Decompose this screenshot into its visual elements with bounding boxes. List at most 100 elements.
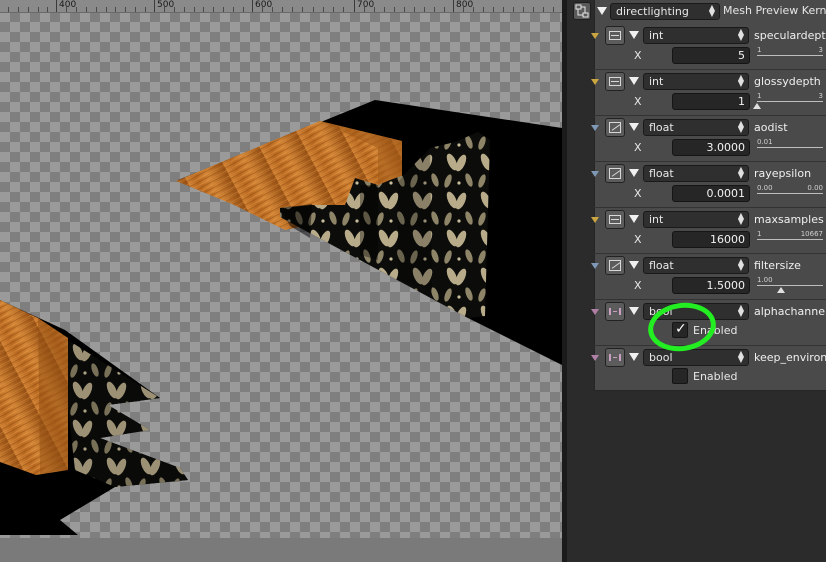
collapse-triangle-icon[interactable] — [629, 123, 639, 131]
type-select[interactable]: float ▲ ▼ — [643, 119, 749, 136]
slider-track — [757, 55, 823, 56]
type-select-value: int — [649, 29, 664, 42]
param-row-filtersize: float ▲ ▼ filtersize X 1.5000 1.00 — [567, 254, 826, 300]
slider-thumb-icon[interactable] — [777, 287, 785, 293]
param-name: glossydepth — [754, 75, 821, 88]
ruler-tick — [56, 0, 57, 12]
value-input[interactable]: 5 — [672, 47, 750, 64]
collapse-triangle-icon[interactable] — [629, 31, 639, 39]
enabled-checkbox[interactable] — [672, 368, 688, 384]
value-input[interactable]: 0.0001 — [672, 185, 750, 202]
socket-marker-icon — [591, 355, 599, 361]
panel-title: Mesh Preview Kernel — [723, 4, 826, 17]
range-slider[interactable]: 0.01 — [755, 138, 825, 158]
type-select[interactable]: int ▲ ▼ — [643, 211, 749, 228]
up-down-arrow-icon: ▲ ▼ — [708, 3, 715, 18]
socket-marker-icon — [591, 217, 599, 223]
kernel-select[interactable]: directlighting ▲ ▼ — [610, 3, 720, 20]
value-input[interactable]: 1 — [672, 93, 750, 110]
up-down-arrow-icon: ▲ ▼ — [737, 165, 744, 180]
param-name: maxsamples — [754, 213, 824, 226]
type-select[interactable]: int ▲ ▼ — [643, 73, 749, 90]
up-down-arrow-icon: ▲ ▼ — [737, 303, 744, 318]
bool-icon[interactable] — [605, 302, 625, 321]
param-name: alphachannel — [754, 305, 826, 318]
horizontal-ruler: 400 500 600 700 800 — [0, 0, 562, 13]
collapse-triangle-icon[interactable] — [629, 169, 639, 177]
render-viewport[interactable]: 400 500 600 700 800 — [0, 0, 562, 562]
socket-marker-icon — [591, 309, 599, 315]
slider-track — [757, 101, 823, 102]
slider-track — [757, 285, 823, 286]
ruler-tick — [252, 0, 253, 12]
param-row-keep-environment: bool ▲▼ keep_environm Enabled — [567, 346, 826, 392]
param-row-rayepsilon: float ▲ ▼ rayepsilon X 0.0001 0.00 0.00 — [567, 162, 826, 208]
range-slider[interactable]: 1 10667 — [755, 230, 825, 250]
axis-label: X — [634, 49, 642, 62]
ruler-label: 500 — [157, 0, 175, 10]
integer-icon[interactable] — [605, 26, 625, 45]
float-icon[interactable] — [605, 256, 625, 275]
kernel-node-header: directlighting ▲ ▼ Mesh Preview Kernel — [567, 0, 826, 22]
value-input[interactable]: 1.5000 — [672, 277, 750, 294]
slider-thumb-icon[interactable] — [753, 103, 761, 109]
integer-icon[interactable] — [605, 210, 625, 229]
range-slider[interactable]: 13 — [753, 92, 825, 112]
bool-icon[interactable] — [605, 348, 625, 367]
axis-label: X — [634, 141, 642, 154]
ruler-label: 600 — [255, 0, 273, 10]
type-select[interactable]: float ▲ ▼ — [643, 257, 749, 274]
collapse-triangle-icon[interactable] — [629, 307, 639, 315]
float-icon[interactable] — [605, 118, 625, 137]
range-max: 0.00 — [807, 184, 823, 192]
socket-marker-icon — [591, 171, 599, 177]
range-slider[interactable]: 13 — [755, 46, 825, 66]
range-max: 3 — [818, 46, 823, 54]
range-min: 0.00 — [757, 184, 773, 192]
up-down-arrow-icon: ▲ ▼ — [737, 211, 744, 226]
socket-marker-icon — [591, 125, 599, 131]
up-down-arrow-icon: ▲ ▼ — [737, 257, 744, 272]
range-slider[interactable]: 0.00 0.00 — [755, 184, 825, 204]
collapse-triangle-icon[interactable] — [629, 261, 639, 269]
axis-label: X — [634, 187, 642, 200]
collapse-triangle-icon[interactable] — [597, 7, 607, 15]
axis-label: X — [634, 233, 642, 246]
param-name: speculardepth — [754, 29, 826, 42]
axis-label: X — [634, 279, 642, 292]
range-slider[interactable]: 1.00 — [755, 276, 825, 296]
socket-marker-icon — [591, 33, 599, 39]
collapse-triangle-icon[interactable] — [629, 77, 639, 85]
integer-icon[interactable] — [605, 72, 625, 91]
node-tree-glyph — [575, 4, 589, 18]
ruler-tick — [354, 0, 355, 12]
value-input[interactable]: 16000 — [672, 231, 750, 248]
socket-marker-icon — [591, 79, 599, 85]
range-max: 3 — [818, 92, 823, 100]
up-down-arrow-icon: ▲ ▼ — [737, 27, 744, 42]
kernel-select-value: directlighting — [616, 5, 689, 18]
param-row-glossydepth: int ▲ ▼ glossydepth X 1 13 — [567, 70, 826, 116]
node-tree-icon[interactable] — [573, 2, 591, 20]
float-icon[interactable] — [605, 164, 625, 183]
value-input[interactable]: 3.0000 — [672, 139, 750, 156]
collapse-triangle-icon[interactable] — [629, 353, 639, 361]
range-min: 1 — [757, 46, 762, 54]
param-row-speculardepth: int ▲ ▼ speculardepth X 5 13 — [567, 24, 826, 70]
rendered-mesh-preview — [0, 100, 562, 535]
type-select[interactable]: int ▲ ▼ — [643, 27, 749, 44]
ruler-label: 400 — [59, 0, 77, 10]
type-select-value: bool — [649, 351, 673, 364]
param-name: filtersize — [754, 259, 801, 272]
type-select[interactable]: bool ▲ ▼ — [643, 349, 749, 366]
type-select[interactable]: float ▲ ▼ — [643, 165, 749, 182]
range-min: 1 — [757, 230, 762, 238]
type-select-value: float — [649, 259, 674, 272]
range-min: 1 — [757, 92, 762, 100]
type-select-value: int — [649, 75, 664, 88]
ruler-tick — [453, 0, 454, 12]
socket-marker-icon — [591, 263, 599, 269]
param-name: keep_environm — [754, 351, 826, 364]
collapse-triangle-icon[interactable] — [629, 215, 639, 223]
range-max: 10667 — [800, 230, 823, 238]
